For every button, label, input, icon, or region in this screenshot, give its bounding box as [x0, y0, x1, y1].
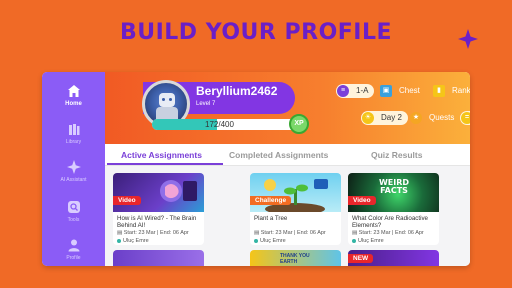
assignment-card[interactable]: NEW — [348, 250, 439, 266]
sidebar: Home Library AI Assistant Tools Profile — [42, 72, 105, 266]
plant-tree-illustration — [264, 179, 328, 215]
tab-completed-assignments[interactable]: Completed Assignments — [229, 150, 328, 160]
sidebar-item-label: Tools — [67, 217, 80, 223]
thumbnail-title: WEIRD FACTS — [378, 178, 410, 195]
calendar-icon: ▤ — [352, 230, 359, 236]
profile-header: Beryllium2462 Level 7 172/400 XP ≡ 1-A ▣… — [105, 72, 470, 144]
class-badge[interactable]: ≡ 1-A — [336, 84, 375, 98]
day-streak-badge[interactable]: ☀ Day 2 — [361, 111, 408, 125]
assignment-type-tag: Video — [348, 196, 376, 205]
person-icon — [68, 239, 79, 252]
quests-button[interactable]: ★ Quests — [409, 111, 460, 125]
sidebar-item-home[interactable]: Home — [42, 84, 105, 107]
home-icon — [67, 85, 80, 97]
assignment-title: Plant a Tree — [254, 215, 288, 222]
coins-badge[interactable]: = 3600 — [460, 111, 470, 125]
sidebar-item-label: Home — [65, 101, 82, 107]
thumbnail-title: THANK YOU EARTH — [280, 253, 310, 265]
assignment-dates: ▤ Start: 23 Mar | End: 06 Apr — [352, 230, 424, 236]
sidebar-item-tools[interactable]: Tools — [42, 200, 105, 223]
username: Beryllium2462 — [196, 84, 278, 98]
trophy-icon: ▮ — [433, 85, 445, 97]
sun-icon: ☀ — [362, 112, 374, 124]
chest-button[interactable]: ▣ Chest — [379, 84, 426, 98]
sidebar-item-ai-assistant[interactable]: AI Assistant — [42, 160, 105, 183]
assignment-card[interactable]: Video How is AI Wired? - The Brain Behin… — [113, 173, 204, 245]
quest-icon: ★ — [410, 112, 422, 124]
chest-icon: ▣ — [380, 85, 392, 97]
tab-active-assignments[interactable]: Active Assignments — [121, 150, 202, 160]
assignment-dates: ▤ Start: 23 Mar | End: 06 Apr — [254, 230, 326, 236]
assignment-thumbnail — [113, 173, 204, 212]
sparkle-icon — [66, 160, 81, 174]
sidebar-item-label: AI Assistant — [60, 177, 87, 183]
assignment-type-tag: Video — [113, 196, 141, 205]
assignments-grid: Video How is AI Wired? - The Brain Behin… — [105, 166, 470, 266]
assignment-thumbnail — [250, 173, 341, 215]
assignment-tabs: Active Assignments Completed Assignments… — [105, 144, 470, 166]
assignment-dates: ▤ Start: 23 Mar | End: 06 Apr — [117, 230, 189, 236]
xp-text: 172/400 — [205, 120, 234, 129]
new-badge: NEW — [348, 254, 374, 263]
ai-brain-illustration — [160, 180, 197, 202]
tab-quiz-results[interactable]: Quiz Results — [371, 150, 422, 160]
search-icon — [67, 201, 80, 213]
author-avatar — [352, 238, 356, 243]
level-label: Level 7 — [196, 101, 216, 107]
sidebar-item-profile[interactable]: Profile — [42, 238, 105, 261]
books-icon — [68, 124, 79, 135]
assignment-card[interactable]: WEIRD FACTS Video What Color Are Radioac… — [348, 173, 439, 245]
sidebar-item-library[interactable]: Library — [42, 122, 105, 145]
assignment-title: How is AI Wired? - The Brain Behind AI! — [117, 215, 197, 229]
assignment-title: What Color Are Radioactive Elements? — [352, 215, 429, 229]
assignment-card[interactable]: Challenge Plant a Tree ▤ Start: 23 Mar |… — [250, 173, 341, 245]
headline: BUILD YOUR PROFILE — [119, 20, 393, 45]
assignment-thumbnail: WEIRD FACTS — [348, 173, 439, 212]
app-window: Home Library AI Assistant Tools Profile … — [42, 72, 470, 266]
assignment-card[interactable] — [113, 250, 204, 266]
coin-icon: = — [461, 112, 470, 124]
assignment-card[interactable]: THANK YOU EARTH — [250, 250, 341, 266]
author-avatar — [117, 238, 121, 243]
xp-badge: XP — [289, 114, 309, 134]
author-avatar — [254, 238, 258, 243]
calendar-icon: ▤ — [117, 230, 124, 236]
assignment-author: Uluç Emre — [254, 238, 286, 244]
ranking-button[interactable]: ▮ Ranking — [432, 84, 470, 98]
assignment-type-tag: Challenge — [250, 196, 292, 205]
calendar-icon: ▤ — [254, 230, 261, 236]
sparkle-icon — [458, 29, 478, 49]
assignment-author: Uluç Emre — [352, 238, 384, 244]
assignment-author: Uluç Emre — [117, 238, 149, 244]
sidebar-item-label: Profile — [66, 255, 81, 261]
sidebar-item-label: Library — [65, 139, 82, 145]
class-icon: ≡ — [337, 85, 349, 97]
